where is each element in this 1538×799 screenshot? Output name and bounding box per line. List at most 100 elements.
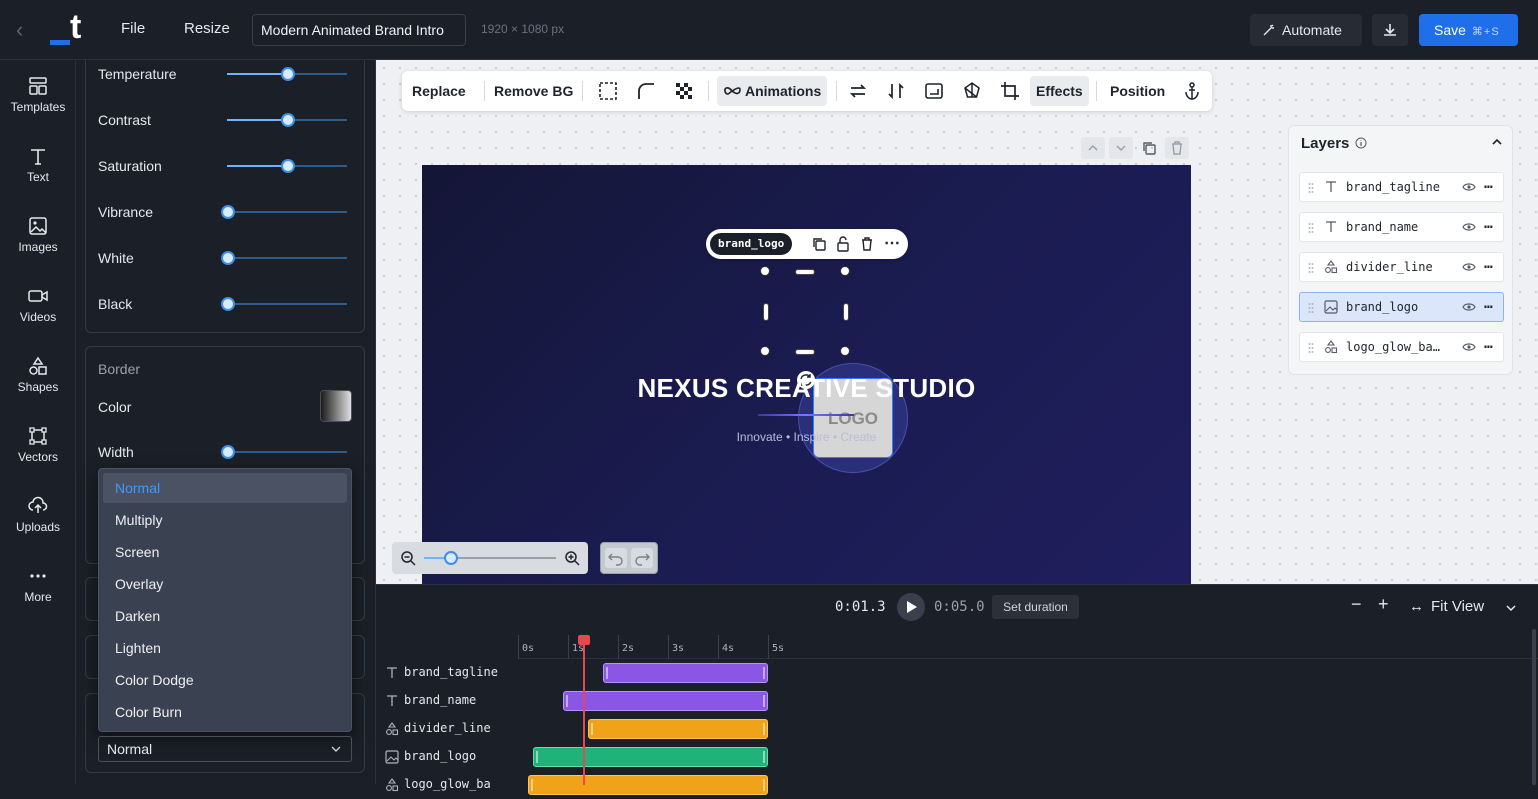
slider-knob[interactable]: [221, 205, 235, 219]
mask-icon[interactable]: [962, 81, 982, 101]
slider-knob[interactable]: [221, 251, 235, 265]
clip-trim-handle[interactable]: [763, 695, 765, 707]
blend-option[interactable]: Overlay: [103, 569, 347, 599]
adjust-slider[interactable]: [227, 67, 347, 81]
timeline-zoom-out-icon[interactable]: −: [1351, 594, 1362, 615]
clip-trim-handle[interactable]: [606, 667, 608, 679]
clip-trim-handle[interactable]: [763, 751, 765, 763]
selection-icon[interactable]: [598, 81, 618, 101]
slider-knob[interactable]: [281, 113, 295, 127]
track-clip[interactable]: [603, 663, 768, 683]
clip-trim-handle[interactable]: [763, 723, 765, 735]
layer-row[interactable]: divider_line ⋯: [1299, 252, 1504, 282]
zoom-slider-knob[interactable]: [444, 551, 458, 565]
eye-icon[interactable]: [1462, 302, 1476, 312]
flip-vertical-icon[interactable]: [886, 81, 906, 101]
chevron-up-icon[interactable]: [1491, 137, 1503, 147]
border-color-swatch[interactable]: [320, 390, 352, 422]
eye-icon[interactable]: [1462, 262, 1476, 272]
adjust-slider[interactable]: [221, 205, 347, 219]
blend-mode-select[interactable]: Normal: [98, 736, 352, 762]
download-button[interactable]: [1372, 14, 1408, 46]
more-options-icon[interactable]: ⋯: [884, 233, 900, 253]
brand-tagline-text[interactable]: Innovate • Inspire • Create: [422, 430, 1191, 444]
rail-shapes[interactable]: Shapes: [0, 356, 76, 394]
blend-option[interactable]: Screen: [103, 537, 347, 567]
clip-trim-handle[interactable]: [566, 695, 568, 707]
divider-line[interactable]: [758, 414, 854, 416]
clip-trim-handle[interactable]: [591, 723, 593, 735]
drag-handle-icon[interactable]: [1308, 342, 1314, 354]
lock-icon[interactable]: [836, 236, 850, 252]
time-ruler[interactable]: 0s 1s 2s 3s 4s 5s: [518, 629, 1538, 659]
resize-handle[interactable]: [763, 303, 769, 321]
rail-more[interactable]: More: [0, 566, 76, 604]
slider-knob[interactable]: [281, 159, 295, 173]
slider-knob[interactable]: [221, 445, 235, 459]
move-up-button[interactable]: [1081, 137, 1105, 159]
blend-option[interactable]: Color Burn: [103, 697, 347, 727]
canvas-stage[interactable]: Replace Remove BG Animations Effects Pos…: [376, 60, 1538, 584]
track-clip[interactable]: [563, 691, 768, 711]
rail-images[interactable]: Images: [0, 216, 76, 254]
drag-handle-icon[interactable]: [1308, 222, 1314, 234]
play-button[interactable]: [897, 593, 925, 621]
rail-uploads[interactable]: Uploads: [0, 496, 76, 534]
remove-bg-button[interactable]: Remove BG: [490, 76, 577, 106]
more-options-icon[interactable]: ⋯: [1484, 253, 1492, 281]
adjust-slider[interactable]: [227, 159, 347, 173]
image-fit-icon[interactable]: [924, 81, 944, 101]
drag-handle-icon[interactable]: [1308, 302, 1314, 314]
adjust-slider[interactable]: [221, 297, 347, 311]
undo-icon[interactable]: [605, 548, 627, 568]
resize-handle[interactable]: [840, 346, 850, 356]
transparency-icon[interactable]: [674, 81, 694, 101]
zoom-out-icon[interactable]: [400, 550, 416, 566]
track-clip[interactable]: [528, 775, 768, 795]
eye-icon[interactable]: [1462, 342, 1476, 352]
trash-icon[interactable]: [860, 237, 874, 251]
track-clip[interactable]: [533, 747, 768, 767]
zoom-slider[interactable]: [424, 551, 556, 565]
delete-page-button[interactable]: [1165, 137, 1189, 159]
clip-trim-handle[interactable]: [763, 779, 765, 791]
more-options-icon[interactable]: ⋯: [1484, 173, 1492, 201]
resize-handle[interactable]: [840, 266, 850, 276]
copy-icon[interactable]: [812, 237, 826, 251]
blend-option[interactable]: Normal: [103, 473, 347, 503]
zoom-in-icon[interactable]: [564, 550, 580, 566]
more-options-icon[interactable]: ⋯: [1484, 213, 1492, 241]
slider-knob[interactable]: [281, 67, 295, 81]
rail-templates[interactable]: Templates: [0, 76, 76, 114]
timeline-zoom-in-icon[interactable]: +: [1378, 594, 1389, 615]
crop-icon[interactable]: [1000, 81, 1020, 101]
resize-menu[interactable]: Resize: [184, 20, 230, 37]
slider-knob[interactable]: [221, 297, 235, 311]
more-options-icon[interactable]: ⋯: [1484, 333, 1492, 361]
replace-button[interactable]: Replace: [408, 76, 470, 106]
file-menu[interactable]: File: [121, 20, 145, 37]
clip-trim-handle[interactable]: [531, 779, 533, 791]
blend-option[interactable]: Darken: [103, 601, 347, 631]
timeline-scrollbar[interactable]: [1532, 629, 1536, 785]
rail-text[interactable]: Text: [0, 146, 76, 184]
drag-handle-icon[interactable]: [1308, 262, 1314, 274]
redo-icon[interactable]: [631, 548, 653, 568]
layer-row[interactable]: brand_name ⋯: [1299, 212, 1504, 242]
duplicate-page-button[interactable]: [1137, 137, 1161, 159]
back-chevron-icon[interactable]: ‹: [16, 18, 40, 42]
rail-vectors[interactable]: Vectors: [0, 426, 76, 464]
eye-icon[interactable]: [1462, 222, 1476, 232]
eye-icon[interactable]: [1462, 182, 1476, 192]
resize-handle[interactable]: [795, 269, 815, 275]
automate-button[interactable]: Automate: [1250, 14, 1362, 46]
layer-row[interactable]: logo_glow_ba… ⋯: [1299, 332, 1504, 362]
resize-handle[interactable]: [795, 349, 815, 355]
blend-option[interactable]: Color Dodge: [103, 665, 347, 695]
drag-handle-icon[interactable]: [1308, 182, 1314, 194]
resize-handle[interactable]: [760, 266, 770, 276]
playhead[interactable]: [578, 635, 590, 785]
adjust-slider[interactable]: [227, 113, 347, 127]
adjust-slider[interactable]: [221, 251, 347, 265]
save-button[interactable]: Save ⌘+S: [1419, 14, 1518, 46]
